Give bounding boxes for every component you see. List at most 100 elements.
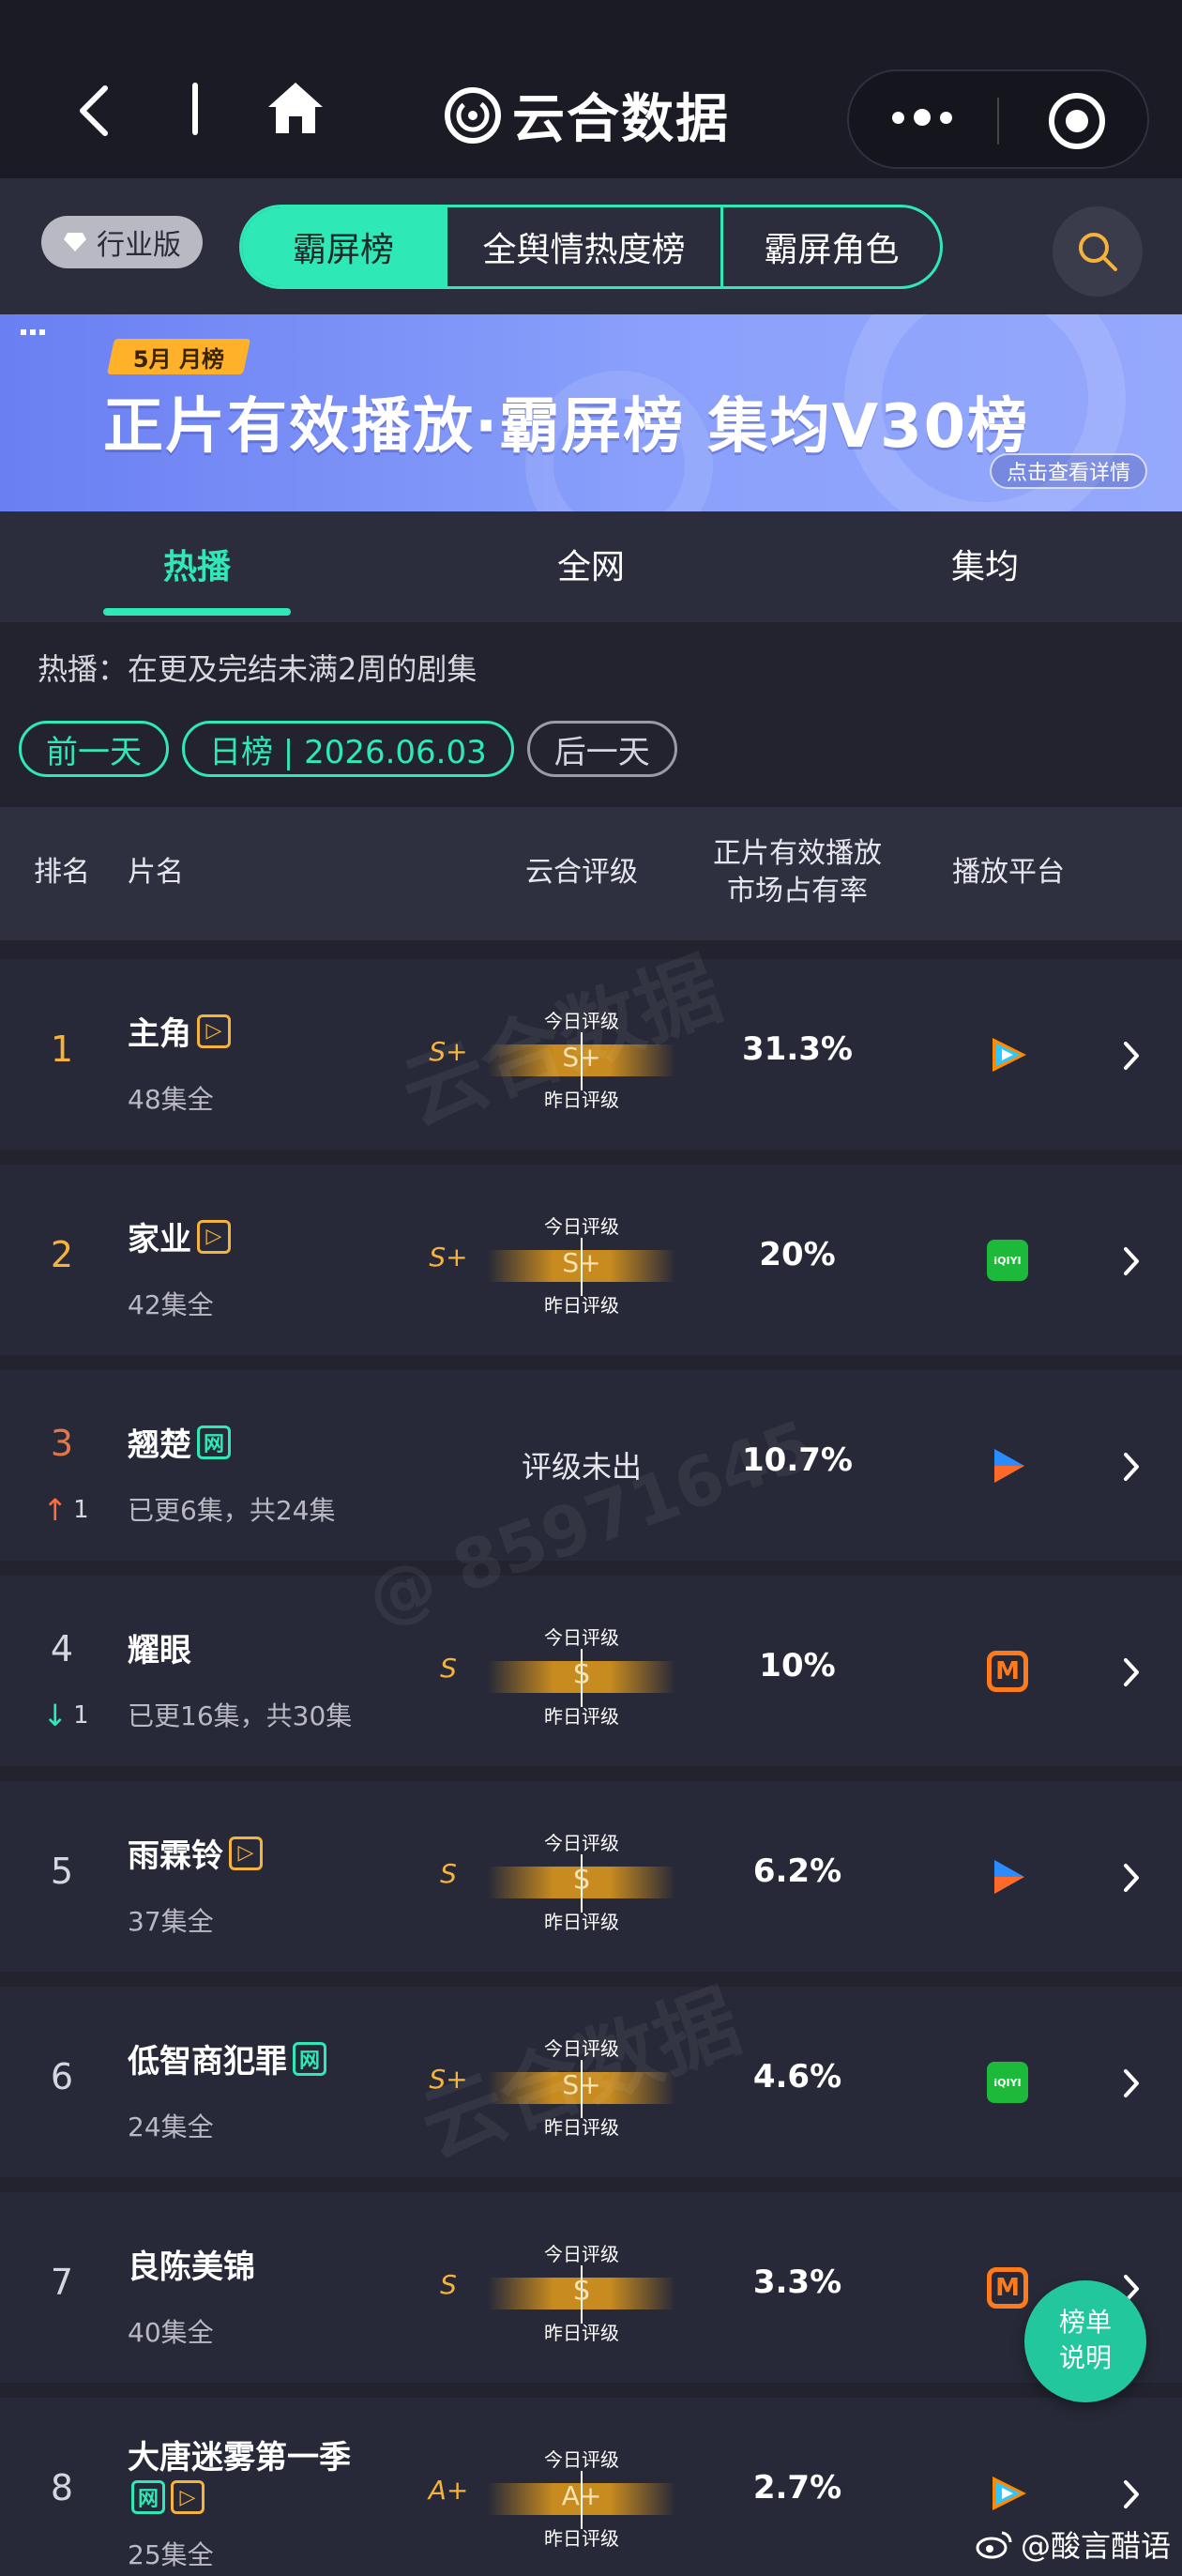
ranking-description: 热播：在更及完结未满2周的剧集 (38, 651, 477, 687)
yesterday-rating-label: 昨日评级 (544, 1089, 619, 1111)
row-rank: 3 (50, 1423, 74, 1464)
show-title-block[interactable]: 主角 ▷ (128, 1008, 231, 1054)
rating-grade: S+ (429, 1036, 468, 1067)
show-title: 低智商犯罪 (128, 2043, 287, 2081)
rating-bar-grade: S (573, 1658, 590, 1689)
tencent-video-icon (993, 2477, 1026, 2510)
rating-grade: S+ (429, 2064, 468, 2095)
tab-bapingbang[interactable]: 霸屏榜 (242, 207, 445, 286)
today-rating-label: 今日评级 (544, 2243, 619, 2265)
nav-divider (192, 83, 198, 135)
episode-info: 48集全 (128, 1084, 214, 1115)
show-title-block[interactable]: 雨霖铃 ▷ (128, 1830, 263, 1876)
market-share: 31.3% (742, 1030, 853, 1068)
tab-per-episode[interactable]: 集均 (891, 540, 1079, 588)
chevron-right-icon[interactable] (1122, 1656, 1141, 1688)
episode-info: 24集全 (128, 2111, 214, 2142)
table-row[interactable]: 2 家业 ▷ 42集全 S+ 今日评级 S+ 昨日评级 20% iQIYI (0, 1165, 1182, 1355)
tab-sentiment-heat[interactable]: 全舆情热度榜 (445, 207, 720, 286)
header-title: 片名 (128, 856, 184, 889)
chevron-right-icon[interactable] (1122, 1862, 1141, 1894)
show-title-block[interactable]: 翘楚网 (128, 1419, 231, 1465)
show-title: 雨霖铃 (128, 1837, 223, 1875)
rating-bar-grade: S+ (562, 2069, 601, 2100)
chevron-right-icon[interactable] (1122, 2067, 1141, 2099)
chevron-right-icon[interactable] (1122, 2478, 1141, 2510)
table-row[interactable]: 3 ↑ 1 翘楚网已更6集，共24集 评级未出 10.7% (0, 1370, 1182, 1561)
ranking-help-button[interactable]: 榜单 说明 (1024, 2280, 1146, 2402)
header-rank: 排名 (34, 856, 90, 889)
show-title-block[interactable]: 低智商犯罪网 (128, 2035, 326, 2081)
show-title: 翘楚 (128, 1426, 191, 1464)
market-share: 4.6% (752, 2058, 842, 2096)
web-drama-badge: 网 (197, 1425, 231, 1459)
show-title: 家业 (128, 1221, 191, 1258)
yunhe-logo-icon (445, 86, 501, 144)
tab-hot-airing[interactable]: 热播 (103, 540, 291, 588)
youku-icon (994, 1860, 1024, 1894)
rank-change: ↑ 1 (42, 1492, 89, 1528)
market-share: 2.7% (752, 2469, 842, 2507)
web-drama-badge: 网 (293, 2041, 326, 2076)
table-row[interactable]: 5 雨霖铃 ▷ 37集全 S 今日评级 S 昨日评级 6.2% (0, 1781, 1182, 1972)
today-rating-label: 今日评级 (544, 1010, 619, 1032)
market-share: 6.2% (752, 1852, 842, 1890)
rating-bar-grade: S+ (562, 1247, 601, 1278)
show-title-block[interactable]: 耀眼 (128, 1624, 191, 1670)
vip-play-badge: ▷ (229, 1836, 263, 1870)
table-row[interactable]: 1 主角 ▷ 48集全 S+ 今日评级 S+ 昨日评级 31.3% (0, 959, 1182, 1150)
market-share: 10% (759, 1647, 836, 1684)
rating-bar-grade: S+ (562, 1042, 601, 1073)
prev-day-button[interactable]: 前一天 (19, 721, 169, 777)
show-title: 大唐迷雾第一季 (128, 2439, 351, 2477)
rating-bar-grade: A+ (561, 2480, 602, 2511)
weibo-watermark: @酸言醋语 (976, 2523, 1171, 2566)
next-day-button[interactable]: 后一天 (526, 721, 677, 777)
row-rank: 7 (50, 2262, 74, 2303)
market-share: 10.7% (742, 1441, 853, 1479)
brand-name: 云合数据 (512, 89, 730, 150)
decoration-dots (21, 329, 45, 335)
today-rating-label: 今日评级 (544, 2448, 619, 2471)
episode-info: 37集全 (128, 1906, 214, 1937)
show-title-block[interactable]: 良陈美锦 (128, 2241, 255, 2287)
table-row[interactable]: 7 良陈美锦 40集全 S 今日评级 S 昨日评级 3.3% M (0, 2192, 1182, 2383)
industry-edition-badge[interactable]: 行业版 (41, 216, 203, 268)
search-button[interactable] (1053, 206, 1143, 297)
date-selector[interactable]: 日榜 | 2026.06.03 (182, 721, 514, 777)
tab-whole-network[interactable]: 全网 (497, 540, 685, 588)
rating-bar-grade: S (573, 1864, 590, 1895)
row-rank: 2 (50, 1234, 74, 1275)
show-title-block[interactable]: 大唐迷雾第一季 (128, 2431, 351, 2477)
rating-pending: 评级未出 (521, 1449, 642, 1485)
back-arrow-icon[interactable] (75, 84, 113, 137)
date-controls: 前一天 日榜 | 2026.06.03 后一天 (19, 721, 677, 777)
chevron-right-icon[interactable] (1122, 1245, 1141, 1277)
episode-info: 已更6集，共24集 (128, 1495, 336, 1526)
banner-detail-link[interactable]: 点击查看详情 (990, 453, 1148, 489)
vip-play-badge: ▷ (197, 1014, 231, 1048)
header-share-line1: 正片有效播放 (713, 837, 882, 870)
table-row[interactable]: 4 ↓ 1 耀眼 已更16集，共30集 S 今日评级 S 昨日评级 10% M (0, 1576, 1182, 1766)
home-icon[interactable] (265, 79, 326, 137)
diamond-icon (64, 233, 86, 252)
row-rank: 6 (50, 2056, 74, 2097)
more-menu-icon[interactable] (892, 109, 952, 126)
mango-tv-icon: M (987, 2267, 1028, 2309)
monthly-ranking-banner[interactable]: 5月 月榜 正片有效播放·霸屏榜 集均V30榜 点击查看详情 (0, 314, 1182, 511)
row-rank: 5 (50, 1851, 74, 1892)
chevron-right-icon[interactable] (1122, 1451, 1141, 1483)
show-title-block[interactable]: 家业 ▷ (128, 1213, 231, 1259)
tab-baping-roles[interactable]: 霸屏角色 (720, 207, 940, 286)
tencent-video-icon (993, 1038, 1026, 1072)
brand-title: 云合数据 (443, 77, 730, 153)
chevron-right-icon[interactable] (1122, 1040, 1141, 1072)
close-miniprogram-icon[interactable] (1049, 93, 1105, 149)
yesterday-rating-label: 昨日评级 (544, 1705, 619, 1728)
active-tab-indicator (103, 608, 291, 616)
header-platform: 播放平台 (952, 856, 1065, 889)
ranking-segment-tabs: 霸屏榜 全舆情热度榜 霸屏角色 (239, 205, 943, 289)
table-row[interactable]: 6 低智商犯罪网 24集全 S+ 今日评级 S+ 昨日评级 4.6% iQIYI (0, 1987, 1182, 2177)
row-rank: 4 (50, 1628, 74, 1669)
month-tag: 5月 月榜 (106, 339, 251, 374)
